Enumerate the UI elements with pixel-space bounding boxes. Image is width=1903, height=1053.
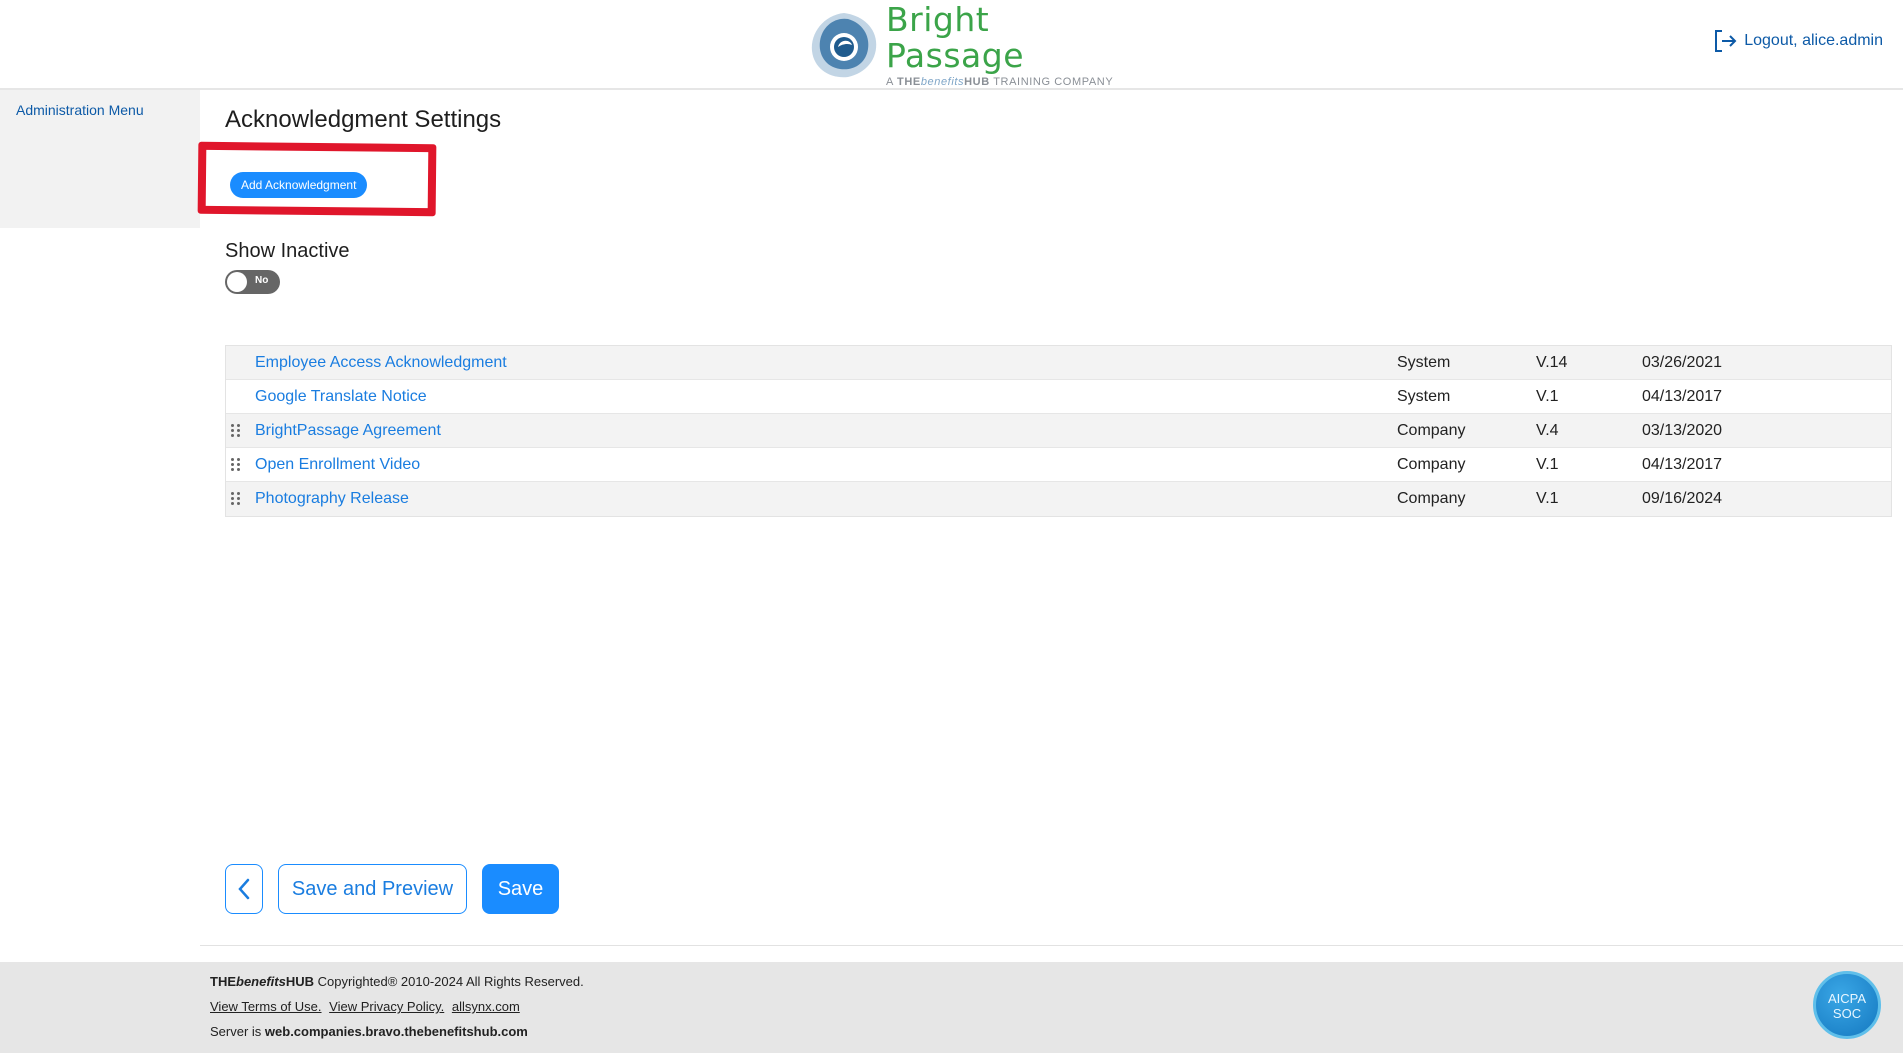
acknowledgment-version: V.1 [1536,387,1559,405]
table-row: Photography Release Company V.1 09/16/20… [226,482,1891,516]
back-button[interactable] [225,864,263,914]
chevron-left-icon [238,878,250,900]
page-title: Acknowledgment Settings [225,106,502,133]
logout-label: Logout, alice.admin [1744,32,1883,49]
acknowledgment-type: Company [1397,455,1466,473]
acknowledgment-date: 09/16/2024 [1642,490,1723,507]
add-acknowledgment-button[interactable]: Add Acknowledgment [230,172,368,198]
table-row: Employee Access Acknowledgment System V.… [226,346,1891,380]
drag-handle-icon[interactable] [231,424,241,438]
acknowledgment-date: 04/13/2017 [1642,455,1723,473]
acknowledgment-type: Company [1397,490,1466,507]
acknowledgments-table: Employee Access Acknowledgment System V.… [225,345,1892,517]
app-header: Bright Passage A THEbenefitsHUB TRAINING… [0,0,1903,90]
table-row: Google Translate Notice System V.1 04/13… [226,380,1891,414]
logout-link[interactable]: Logout, alice.admin [1712,28,1883,54]
logout-icon [1715,30,1737,52]
app-footer: THEbenefitsHUB Copyrighted® 2010-2024 Al… [0,962,1903,1053]
footer-links: View Terms of Use. View Privacy Policy. … [210,999,524,1014]
table-row: BrightPassage Agreement Company V.4 03/1… [226,414,1891,448]
acknowledgment-type: Company [1397,421,1466,439]
acknowledgment-link[interactable]: Photography Release [255,490,409,508]
administration-menu-link[interactable]: Administration Menu [16,102,144,118]
acknowledgment-link[interactable]: Employee Access Acknowledgment [255,354,507,372]
acknowledgment-version: V.1 [1536,455,1559,473]
acknowledgment-version: V.4 [1536,421,1559,439]
privacy-policy-link[interactable]: View Privacy Policy. [329,999,444,1014]
terms-of-use-link[interactable]: View Terms of Use. [210,999,322,1014]
brand-name: Bright Passage [886,0,1024,75]
acknowledgment-link[interactable]: Open Enrollment Video [255,456,420,474]
acknowledgment-type: System [1397,387,1451,405]
content-divider [200,945,1903,946]
sidebar: Administration Menu [0,90,200,228]
acknowledgment-version: V.1 [1536,490,1559,507]
save-button[interactable]: Save [482,864,559,914]
table-row: Open Enrollment Video Company V.1 04/13/… [226,448,1891,482]
show-inactive-toggle[interactable]: No [225,270,280,294]
acknowledgment-date: 03/13/2020 [1642,421,1723,439]
bright-passage-logo[interactable]: Bright Passage A THEbenefitsHUB TRAINING… [808,2,1113,88]
brand-tagline: A THEbenefitsHUB TRAINING COMPANY [886,76,1114,88]
logo-mark-icon [808,11,880,79]
save-and-preview-button[interactable]: Save and Preview [278,864,467,914]
acknowledgment-date: 04/13/2017 [1642,387,1723,405]
toggle-value: No [255,275,269,286]
server-info: Server is web.companies.bravo.thebenefit… [210,1024,528,1039]
acknowledgment-type: System [1397,353,1451,371]
toggle-knob [227,272,247,292]
acknowledgment-link[interactable]: BrightPassage Agreement [255,422,441,440]
allsynx-link[interactable]: allsynx.com [452,999,520,1014]
acknowledgment-date: 03/26/2021 [1642,353,1723,371]
drag-handle-icon[interactable] [231,492,241,506]
copyright-line: THEbenefitsHUB Copyrighted® 2010-2024 Al… [210,974,584,989]
drag-handle-icon[interactable] [231,458,241,472]
aicpa-soc-badge: AICPA SOC [1813,971,1881,1039]
show-inactive-label: Show Inactive [225,240,350,262]
acknowledgment-version: V.14 [1536,353,1568,371]
acknowledgment-link[interactable]: Google Translate Notice [255,388,427,406]
